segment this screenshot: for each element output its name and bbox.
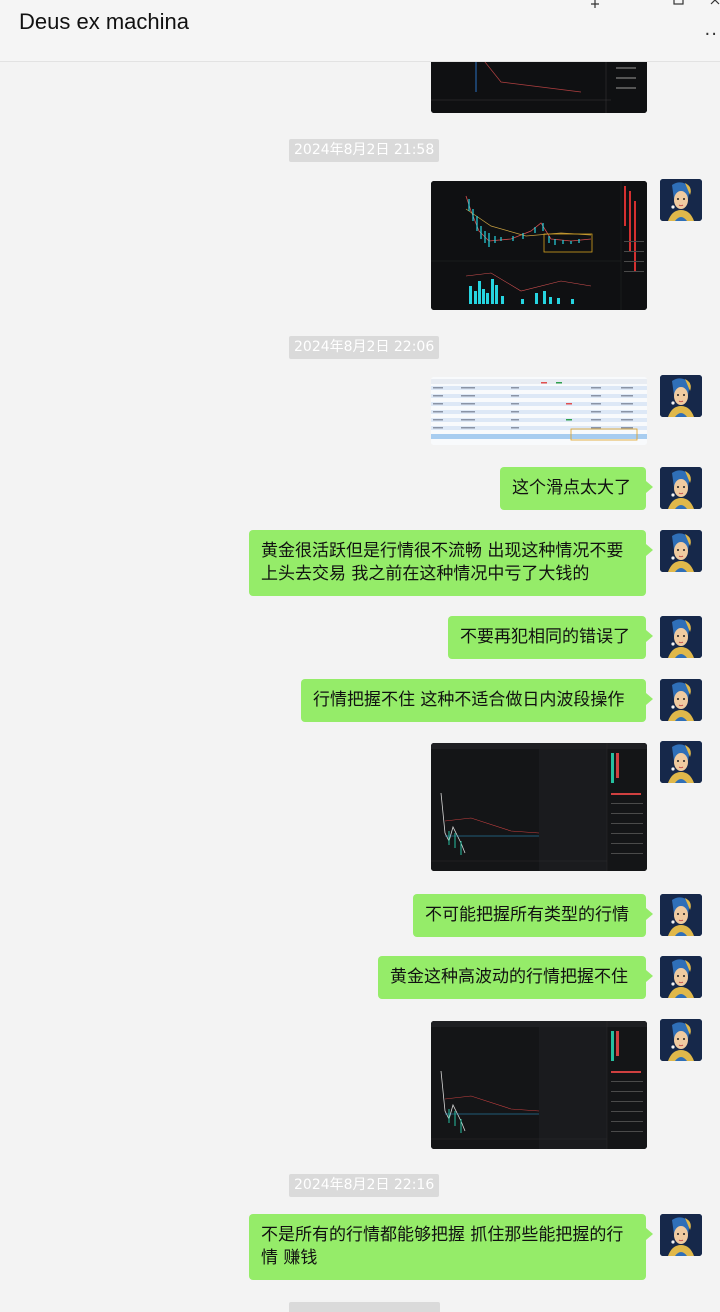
avatar[interactable] bbox=[660, 530, 702, 572]
avatar[interactable] bbox=[660, 179, 702, 221]
timestamp: 2024年8月2日 22:16 bbox=[289, 1174, 440, 1197]
chat-title: Deus ex machina bbox=[19, 9, 189, 34]
avatar[interactable] bbox=[660, 679, 702, 721]
message-bubble[interactable]: 不是所有的行情都能够把握 抓住那些能把握的行情 赚钱 bbox=[249, 1214, 653, 1280]
timestamp: 2024年8月2日 21:58 bbox=[289, 139, 440, 162]
message-bubble[interactable]: 黄金很活跃但是行情很不流畅 出现这种情况不要上头去交易 我之前在这种情况中亏了大… bbox=[249, 530, 653, 596]
avatar[interactable] bbox=[660, 375, 702, 417]
message-bubble[interactable]: 黄金这种高波动的行情把握不住 bbox=[378, 956, 653, 999]
message-bubble[interactable]: 不要再犯相同的错误了 bbox=[448, 616, 653, 659]
message-bubble[interactable]: 不可能把握所有类型的行情 bbox=[413, 894, 653, 937]
minimize-icon[interactable] bbox=[630, 0, 644, 11]
chat-header: Deus ex machina ·· bbox=[0, 0, 720, 62]
message-bubble[interactable]: 行情把握不住 这种不适合做日内波段操作 bbox=[301, 679, 653, 722]
timestamp: 2024年8月2日 22:06 bbox=[289, 336, 440, 359]
more-icon[interactable]: ·· bbox=[705, 24, 718, 45]
maximize-icon[interactable] bbox=[672, 0, 686, 12]
avatar[interactable] bbox=[660, 1019, 702, 1061]
table-screenshot[interactable] bbox=[431, 377, 647, 445]
avatar[interactable] bbox=[660, 1214, 702, 1256]
close-icon[interactable] bbox=[710, 0, 720, 12]
avatar[interactable] bbox=[660, 741, 702, 783]
timestamp-partial bbox=[289, 1302, 440, 1312]
avatar[interactable] bbox=[660, 894, 702, 936]
avatar[interactable] bbox=[660, 956, 702, 998]
chart-screenshot[interactable] bbox=[431, 1021, 647, 1149]
avatar[interactable] bbox=[660, 467, 702, 509]
chart-screenshot[interactable] bbox=[431, 743, 647, 871]
chart-screenshot-partial[interactable] bbox=[431, 62, 647, 113]
chart-screenshot[interactable] bbox=[431, 181, 647, 310]
avatar[interactable] bbox=[660, 616, 702, 658]
pin-icon[interactable] bbox=[588, 0, 602, 12]
message-bubble[interactable]: 这个滑点太大了 bbox=[500, 467, 653, 510]
message-feed[interactable]: 2024年8月2日 21:58 2024年8月2日 22:06 这个滑点太大了 … bbox=[0, 62, 720, 1312]
